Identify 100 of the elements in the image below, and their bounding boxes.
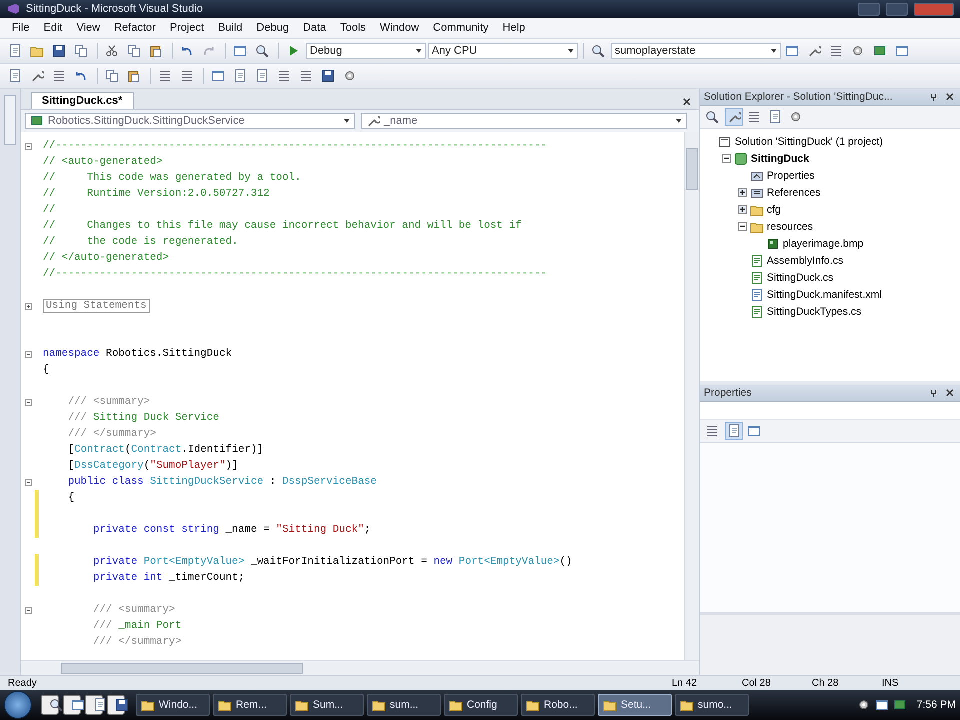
- menu-item[interactable]: Edit: [38, 20, 69, 36]
- line-indicator: Ln 42: [672, 678, 698, 688]
- gear-icon: [343, 69, 357, 83]
- project-icon: [734, 152, 748, 166]
- collapse-icon[interactable]: [722, 154, 731, 163]
- list-icon: [158, 69, 172, 83]
- code-line: private const string _name = "Sitting Duck";: [92, 524, 371, 536]
- char-indicator: Ch 28: [812, 678, 840, 688]
- window-icon: [211, 69, 225, 83]
- document-icon: [255, 69, 269, 83]
- scrollbar-thumb[interactable]: [61, 662, 303, 674]
- tree-item[interactable]: Properties: [767, 170, 815, 182]
- gear-icon: [851, 44, 865, 58]
- member-dropdown[interactable]: _name: [361, 113, 687, 129]
- code-line: // <auto-generated>: [43, 156, 163, 168]
- close-button[interactable]: [944, 91, 956, 103]
- document-button[interactable]: [725, 422, 743, 440]
- document-tab[interactable]: SittingDuck.cs*: [31, 92, 134, 109]
- collapse-icon[interactable]: [738, 222, 747, 231]
- window-icon: [895, 44, 909, 58]
- type-dropdown[interactable]: Robotics.SittingDuck.SittingDuckService: [25, 113, 355, 129]
- box-icon: [30, 114, 44, 128]
- code-line: // Runtime Version:2.0.50727.312: [43, 188, 270, 200]
- code-line: /// Sitting Duck Service: [67, 412, 220, 424]
- menu-item[interactable]: Data: [297, 20, 332, 36]
- collapsed-region[interactable]: Using Statements: [43, 299, 150, 313]
- list-icon: [52, 69, 66, 83]
- gear-icon: [856, 698, 871, 712]
- menu-item[interactable]: Debug: [250, 20, 296, 36]
- tree-item[interactable]: SittingDuckTypes.cs: [767, 306, 862, 318]
- save-icon: [52, 44, 66, 58]
- tree-item[interactable]: cfg: [767, 204, 782, 216]
- menu-item[interactable]: Build: [212, 20, 249, 36]
- xml-file-icon: [750, 288, 764, 302]
- taskbar-button[interactable]: Windo...: [136, 694, 210, 716]
- list-icon: [180, 69, 194, 83]
- document-icon: [727, 424, 741, 438]
- list-icon: [277, 69, 291, 83]
- save-button[interactable]: [107, 695, 125, 715]
- tree-item[interactable]: resources: [767, 220, 814, 232]
- code-line: // This code was generated by a tool.: [43, 172, 302, 184]
- tree-item[interactable]: AssemblyInfo.cs: [767, 254, 844, 266]
- menu-item[interactable]: Community: [427, 20, 495, 36]
- configuration-dropdown[interactable]: Debug: [306, 43, 426, 59]
- panel-title: Solution Explorer - Solution 'SittingDuc...: [704, 91, 894, 103]
- menu-item[interactable]: View: [70, 20, 106, 36]
- expand-icon[interactable]: [738, 205, 747, 214]
- document-icon: [8, 44, 22, 58]
- code-line: public class SittingDuckService : DsspServiceBase: [67, 476, 377, 488]
- taskbar-button[interactable]: sumo...: [675, 694, 749, 716]
- collapse-icon[interactable]: [24, 350, 32, 358]
- code-line: //------------------------------------------------------------------------------: [43, 268, 548, 280]
- expand-icon[interactable]: [738, 188, 747, 197]
- tree-item[interactable]: playerimage.bmp: [783, 238, 864, 250]
- taskbar-button[interactable]: Robo...: [521, 694, 595, 716]
- tree-item[interactable]: Solution 'SittingDuck' (1 project): [735, 136, 884, 148]
- collapse-icon[interactable]: [24, 478, 32, 486]
- code-line: /// _main Port: [92, 620, 182, 632]
- column-indicator: Col 28: [742, 678, 772, 688]
- undo-icon: [180, 44, 194, 58]
- taskbar-button[interactable]: Sum...: [290, 694, 364, 716]
- menu-item[interactable]: Refactor: [108, 20, 162, 36]
- code-file-icon: [750, 304, 764, 318]
- tree-item[interactable]: SittingDuck: [751, 152, 810, 164]
- window-button[interactable]: [63, 695, 81, 715]
- code-file-icon: [750, 254, 764, 268]
- tree-item[interactable]: References: [767, 186, 821, 198]
- mode-indicator: INS: [882, 678, 900, 688]
- taskbar-button[interactable]: Setu...: [598, 694, 672, 716]
- code-line: // the code is regenerated.: [43, 236, 238, 248]
- scissors-icon: [105, 44, 119, 58]
- window-title: SittingDuck - Microsoft Visual Studio: [26, 3, 204, 15]
- list-icon: [747, 110, 761, 124]
- taskbar-button[interactable]: sum...: [367, 694, 441, 716]
- expand-icon[interactable]: [24, 302, 32, 310]
- scrollbar-thumb[interactable]: [686, 148, 698, 190]
- menu-item[interactable]: Project: [164, 20, 210, 36]
- collapse-icon[interactable]: [24, 606, 32, 614]
- copy-icon: [127, 44, 141, 58]
- platform-dropdown[interactable]: Any CPU: [428, 43, 578, 59]
- close-button[interactable]: [944, 387, 956, 399]
- magnifier-icon: [255, 44, 269, 58]
- gear-icon: [789, 110, 803, 124]
- tree-item[interactable]: SittingDuck.manifest.xml: [767, 288, 882, 300]
- start-button[interactable]: [4, 691, 32, 719]
- menu-item[interactable]: Tools: [334, 20, 372, 36]
- status-message: Ready: [8, 678, 38, 688]
- tree-item[interactable]: SittingDuck.cs: [767, 272, 834, 284]
- menu-item[interactable]: Help: [496, 20, 532, 36]
- taskbar-button[interactable]: Config: [444, 694, 518, 716]
- find-dropdown[interactable]: sumoplayerstate: [611, 43, 781, 59]
- menu-item[interactable]: File: [6, 20, 36, 36]
- menu-item[interactable]: Window: [374, 20, 426, 36]
- taskbar-button[interactable]: Rem...: [213, 694, 287, 716]
- collapse-icon[interactable]: [24, 398, 32, 406]
- collapse-icon[interactable]: [24, 142, 32, 150]
- code-line: /// <summary>: [92, 604, 176, 616]
- document-button[interactable]: [85, 695, 103, 715]
- window-icon: [233, 44, 247, 58]
- clock: 7:56 PM: [916, 699, 956, 711]
